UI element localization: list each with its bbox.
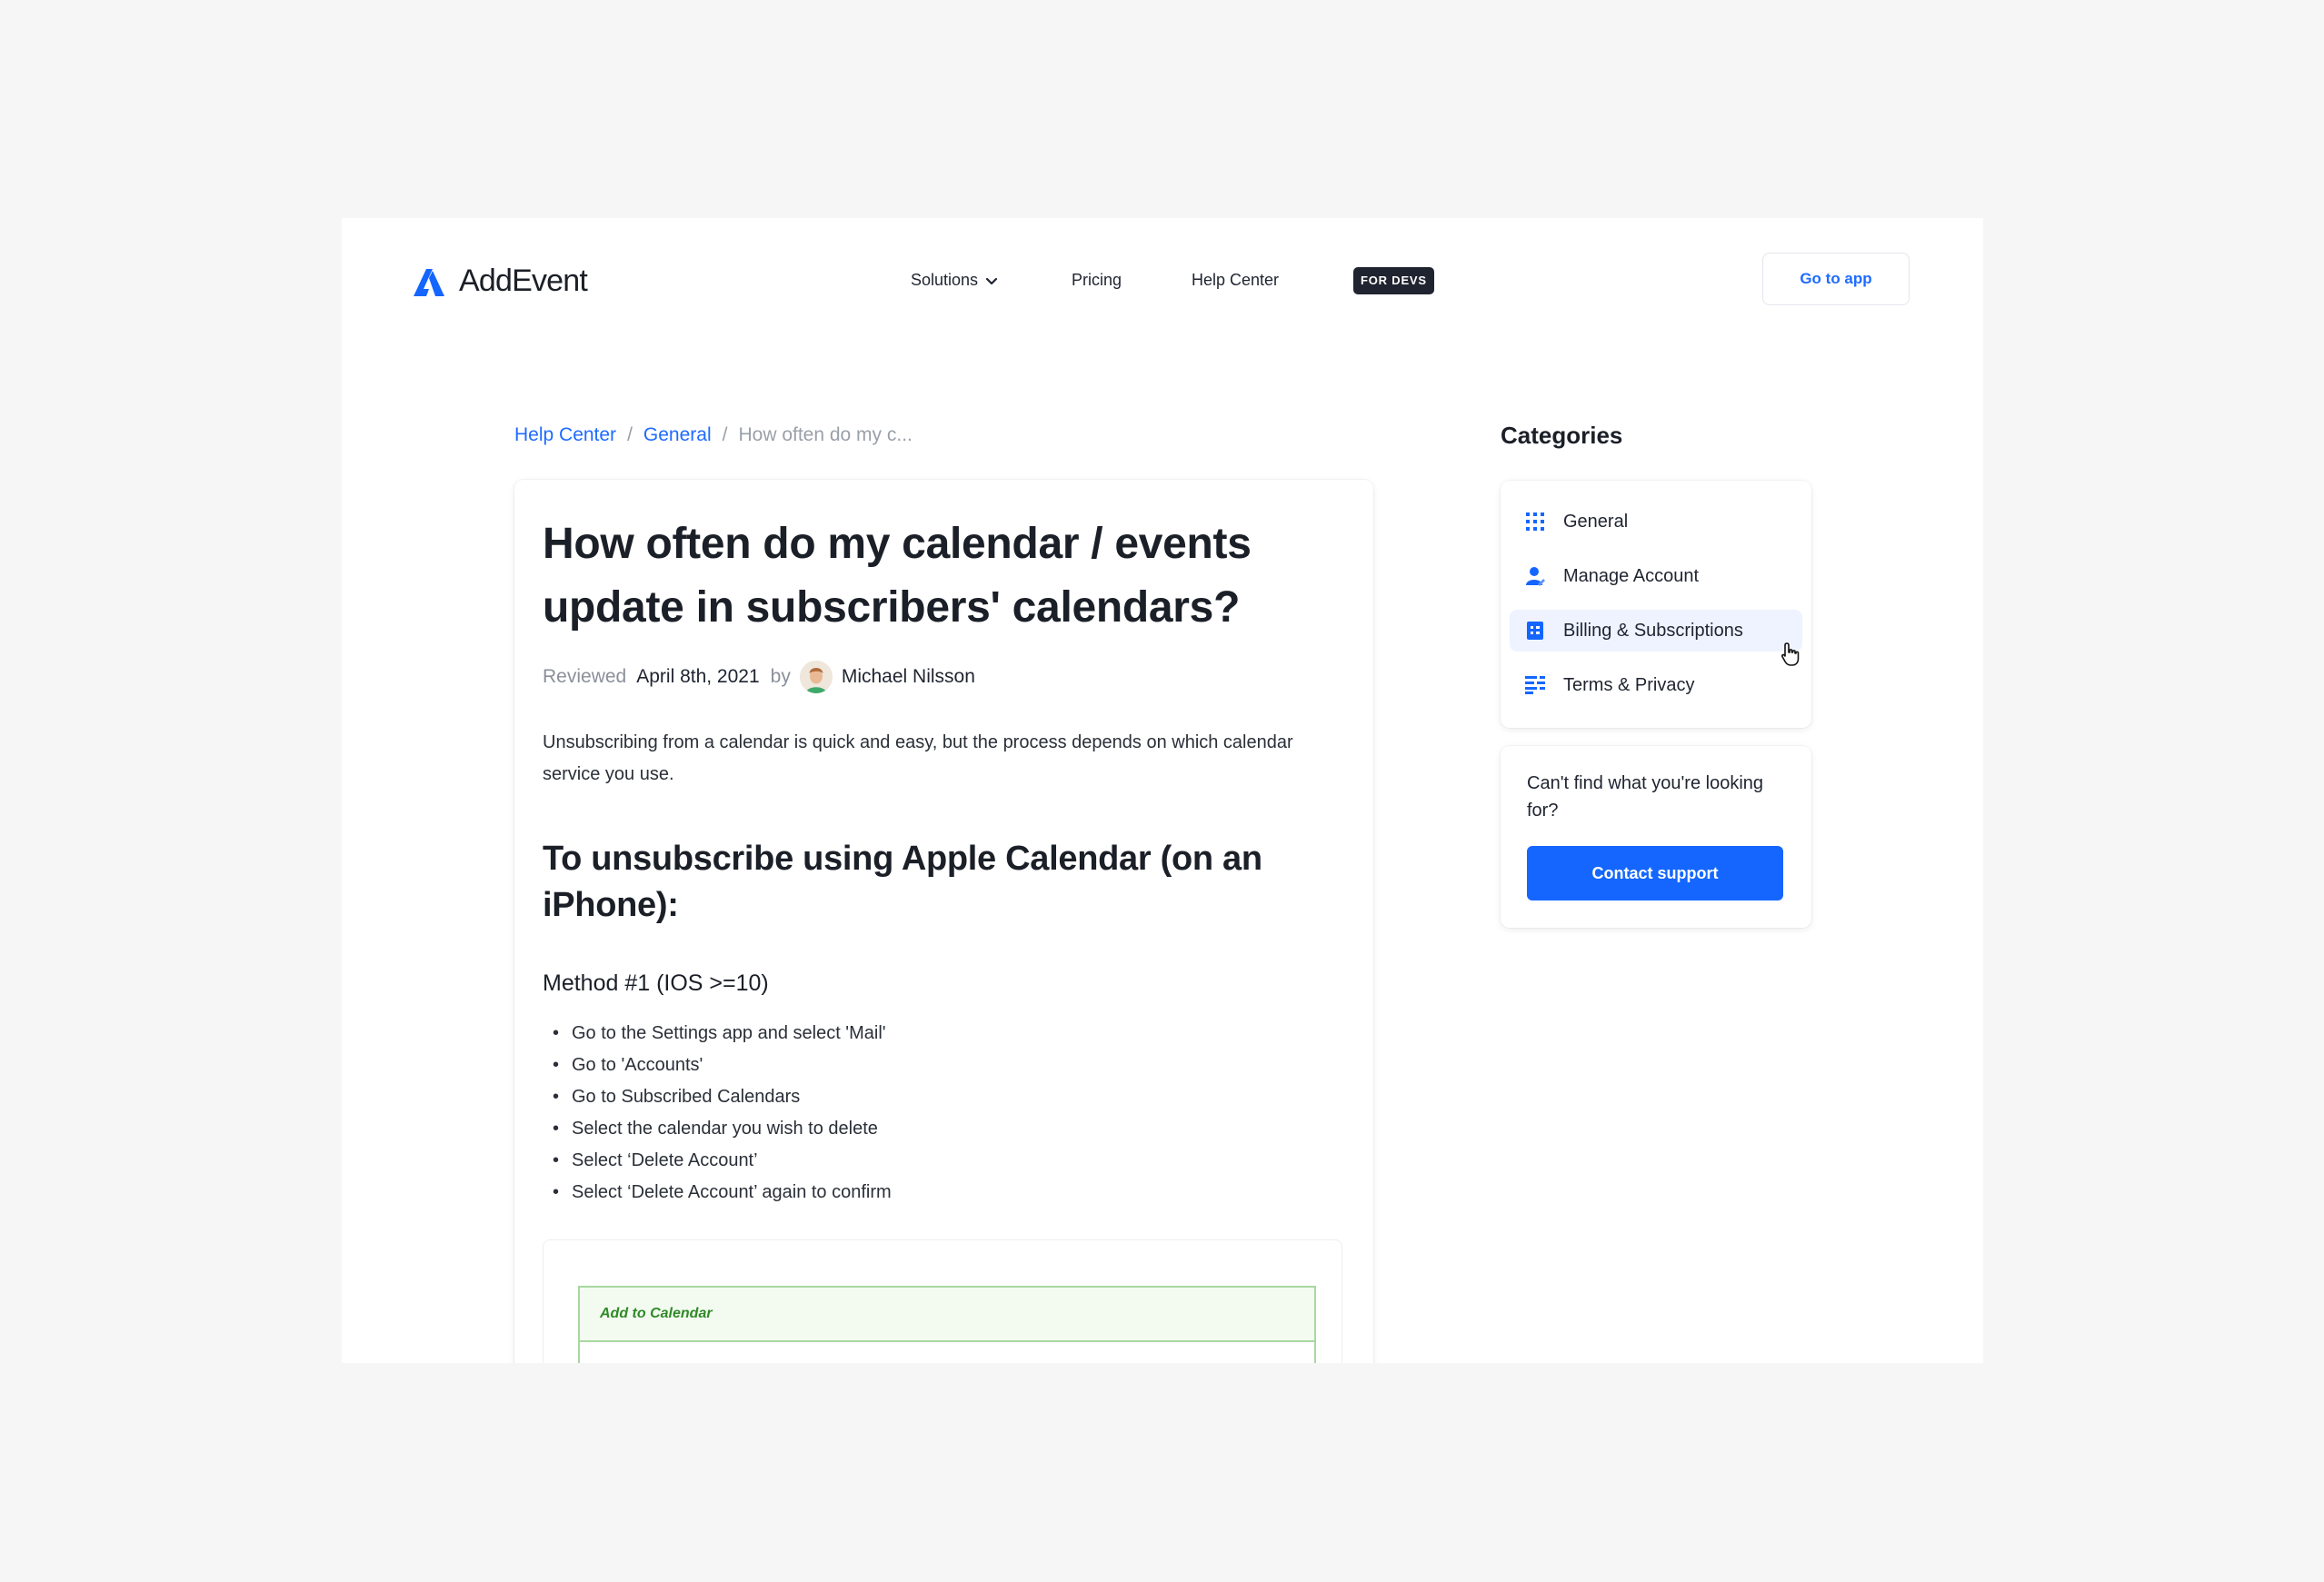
list-lines-icon [1525,675,1545,695]
add-to-calendar-panel: Add to Calendar [578,1286,1316,1363]
list-item: Go to Subscribed Calendars [543,1081,892,1113]
page-frame: AddEvent Solutions Pricing Help Center F… [342,218,1983,1363]
section-heading: To unsubscribe using Apple Calendar (on … [543,840,1262,924]
category-billing-subscriptions[interactable]: Billing & Subscriptions [1510,610,1802,652]
help-text: Can't find what you're looking for? [1527,773,1764,821]
by-label: by [770,666,791,687]
breadcrumb-general[interactable]: General [643,424,712,446]
category-label: General [1563,511,1629,532]
category-general[interactable]: General [1510,501,1802,542]
breadcrumb-current: How often do my c... [738,424,913,445]
chevron-down-icon [985,263,998,299]
user-edit-icon [1525,566,1545,586]
add-to-calendar-title: Add to Calendar [600,1306,713,1321]
add-to-calendar-header: Add to Calendar [580,1288,1314,1342]
breadcrumb: Help Center / General / How often do my … [514,424,913,446]
main-nav: Solutions Pricing Help Center [342,262,1983,298]
nav-help-center[interactable]: Help Center [1192,262,1279,298]
go-to-app-button[interactable]: Go to app [1762,253,1910,305]
category-label: Billing & Subscriptions [1563,620,1743,641]
category-manage-account[interactable]: Manage Account [1510,555,1802,597]
nav-pricing[interactable]: Pricing [1072,262,1122,298]
author-avatar [799,661,833,693]
grid-icon [1525,512,1545,532]
author-name[interactable]: Michael Nilsson [842,666,975,688]
article-card: How often do my calendar / events update… [514,480,1373,1363]
category-terms-privacy[interactable]: Terms & Privacy [1510,664,1802,706]
nav-solutions[interactable]: Solutions [911,262,998,298]
receipt-icon [1525,621,1545,641]
categories-card: General Manage Account Billing & Subscri… [1501,481,1811,728]
help-card: Can't find what you're looking for? Cont… [1501,746,1811,928]
nav-solutions-label: Solutions [911,271,979,289]
article-meta: Reviewed April 8th, 2021 by Michael Nils… [543,661,975,693]
method-heading: Method #1 (IOS >=10) [543,970,769,996]
for-devs-badge[interactable]: FOR DEVS [1353,267,1434,294]
list-item: Select ‘Delete Account’ again to confirm [543,1177,892,1209]
breadcrumb-separator: / [722,424,728,445]
list-item: Select ‘Delete Account’ [543,1145,892,1177]
category-label: Terms & Privacy [1563,674,1695,695]
list-item: Go to 'Accounts' [543,1050,892,1081]
steps-list: Go to the Settings app and select 'Mail'… [543,1018,892,1209]
list-item: Go to the Settings app and select 'Mail' [543,1018,892,1050]
breadcrumb-help-center[interactable]: Help Center [514,424,616,446]
article-intro: Unsubscribing from a calendar is quick a… [543,732,1293,784]
category-label: Manage Account [1563,565,1699,586]
contact-support-button[interactable]: Contact support [1527,846,1783,900]
list-item: Select the calendar you wish to delete [543,1113,892,1145]
embedded-screenshot: Add to Calendar [543,1239,1342,1363]
reviewed-date: April 8th, 2021 [636,666,760,687]
categories-heading: Categories [1501,422,1623,449]
hand-pointer-icon [1781,642,1800,666]
reviewed-label: Reviewed [543,666,627,687]
article-title: How often do my calendar / events update… [543,520,1252,632]
breadcrumb-separator: / [627,424,633,445]
